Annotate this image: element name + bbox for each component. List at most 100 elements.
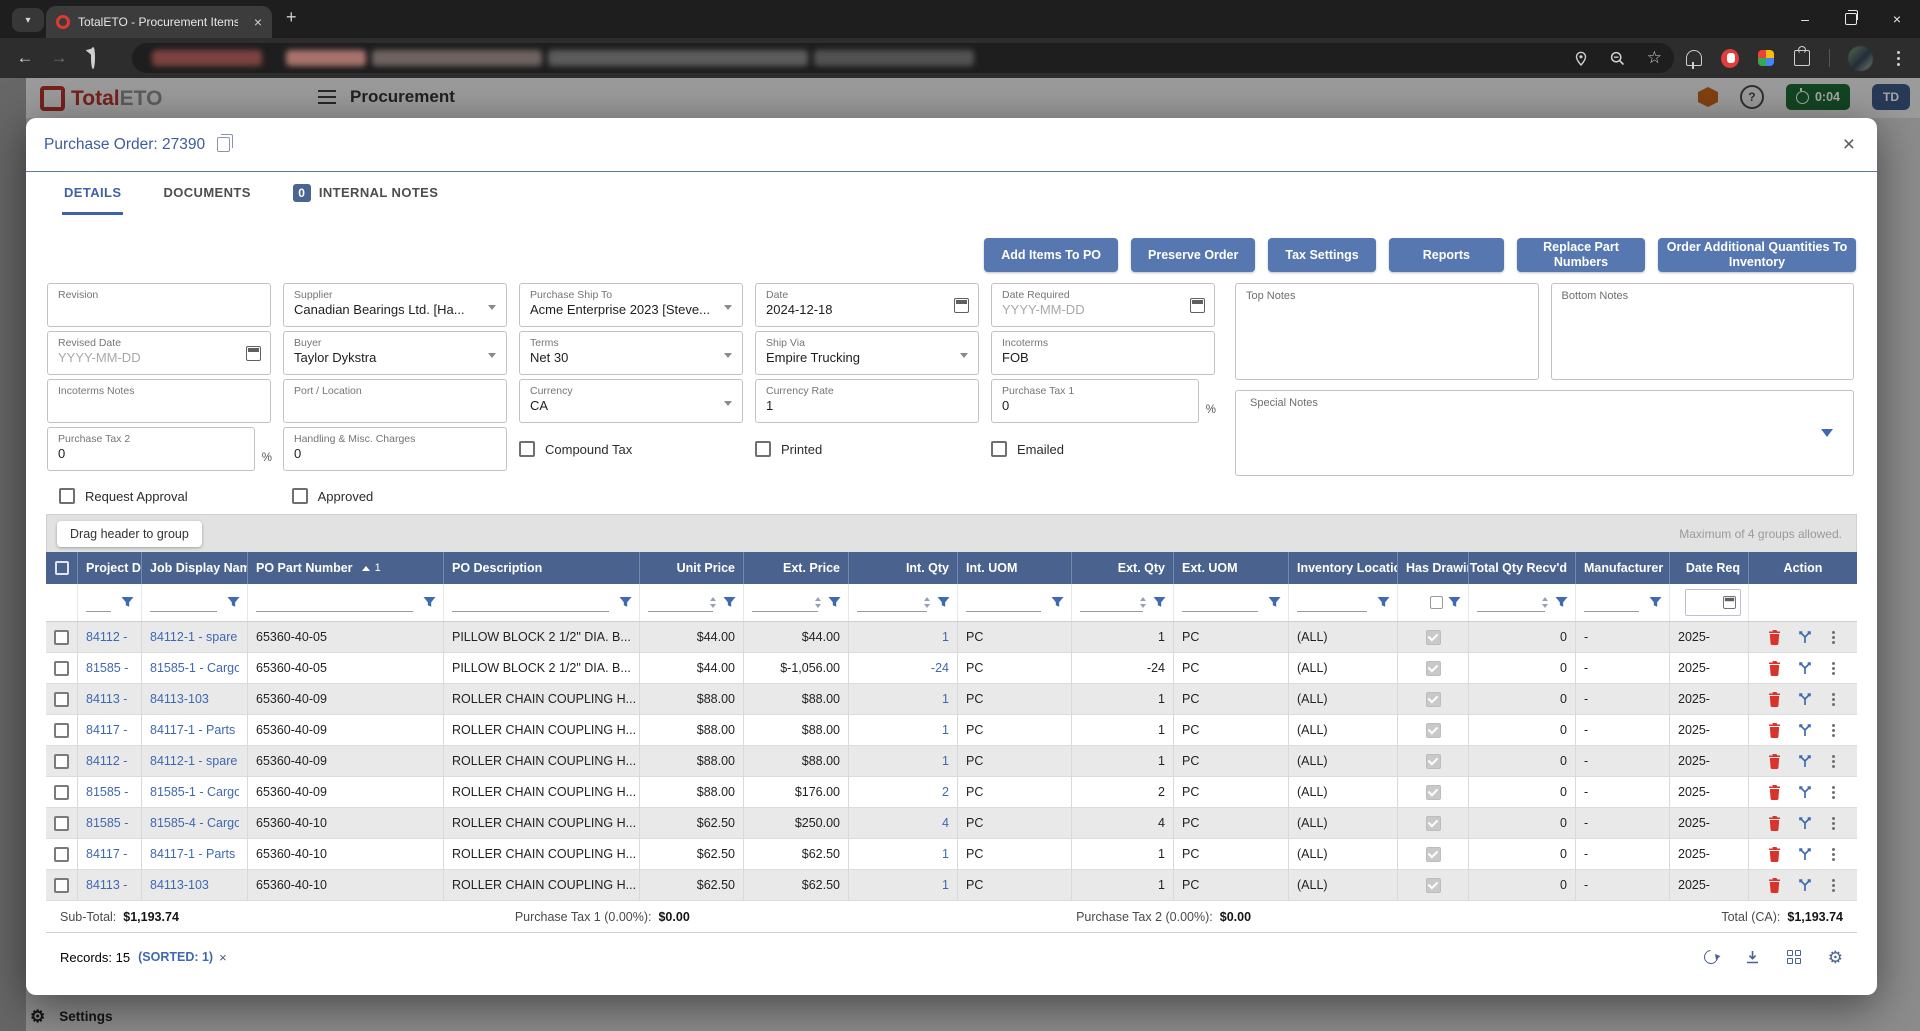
chevron-down-icon[interactable] bbox=[960, 353, 968, 358]
cell-int-qty[interactable]: 1 bbox=[849, 839, 958, 869]
cell-int-qty[interactable]: 1 bbox=[849, 622, 958, 652]
cell-int-qty[interactable]: -24 bbox=[849, 653, 958, 683]
url-bar[interactable]: ☆ bbox=[132, 43, 1674, 73]
cell-int-qty[interactable]: 1 bbox=[849, 870, 958, 900]
header-po-part-number[interactable]: PO Part Number 1 bbox=[248, 552, 444, 584]
header-inventory-location[interactable]: Inventory Locatio bbox=[1289, 552, 1398, 584]
extensions-puzzle-icon[interactable] bbox=[1793, 49, 1811, 67]
tab-details[interactable]: DETAILS bbox=[62, 173, 123, 215]
header-unit-price[interactable]: Unit Price bbox=[640, 552, 744, 584]
split-line-icon[interactable] bbox=[1798, 630, 1812, 644]
cell-project[interactable]: 84112 - bbox=[78, 746, 142, 776]
row-menu-icon[interactable] bbox=[1832, 791, 1835, 794]
split-line-icon[interactable] bbox=[1798, 785, 1812, 799]
approved-checkbox[interactable]: Approved bbox=[292, 488, 374, 504]
row-select[interactable] bbox=[46, 777, 78, 807]
cell-int-qty[interactable]: 1 bbox=[849, 746, 958, 776]
reload-button[interactable] bbox=[76, 48, 110, 68]
ship-via-select[interactable]: Ship Via Empire Trucking bbox=[755, 331, 979, 375]
row-select[interactable] bbox=[46, 808, 78, 838]
cell-job[interactable]: 84113-103 bbox=[142, 870, 248, 900]
sorted-badge[interactable]: (SORTED: 1) bbox=[138, 950, 213, 964]
cell-project[interactable]: 84117 - bbox=[78, 715, 142, 745]
row-menu-icon[interactable] bbox=[1832, 884, 1835, 887]
filter-job[interactable] bbox=[142, 584, 248, 621]
header-ext-uom[interactable]: Ext. UOM bbox=[1174, 552, 1289, 584]
handling-misc-charges-field[interactable]: Handling & Misc. Charges 0 bbox=[283, 427, 507, 471]
currency-select[interactable]: Currency CA bbox=[519, 379, 743, 423]
filter-ext-uom[interactable] bbox=[1174, 584, 1289, 621]
new-tab-button[interactable]: + bbox=[286, 7, 297, 28]
buyer-select[interactable]: Buyer Taylor Dykstra bbox=[283, 331, 507, 375]
header-manufacturer[interactable]: Manufacturer bbox=[1576, 552, 1670, 584]
filter-project[interactable] bbox=[78, 584, 142, 621]
chevron-down-icon[interactable] bbox=[488, 353, 496, 358]
location-pin-icon[interactable] bbox=[1574, 51, 1588, 66]
header-po-description[interactable]: PO Description bbox=[444, 552, 640, 584]
modal-close-icon[interactable]: × bbox=[1843, 134, 1855, 155]
delete-row-icon[interactable] bbox=[1768, 723, 1781, 738]
preserve-order-button[interactable]: Preserve Order bbox=[1131, 238, 1255, 272]
delete-row-icon[interactable] bbox=[1768, 754, 1781, 769]
cell-project[interactable]: 81585 - bbox=[78, 777, 142, 807]
delete-row-icon[interactable] bbox=[1768, 847, 1781, 862]
header-ext-price[interactable]: Ext. Price bbox=[744, 552, 849, 584]
row-menu-icon[interactable] bbox=[1832, 853, 1835, 856]
compound-tax-checkbox[interactable]: Compound Tax bbox=[519, 441, 632, 457]
row-menu-icon[interactable] bbox=[1832, 667, 1835, 670]
printed-checkbox[interactable]: Printed bbox=[755, 441, 822, 457]
cell-job[interactable]: 84113-103 bbox=[142, 684, 248, 714]
tab-internal-notes[interactable]: 0 INTERNAL NOTES bbox=[291, 173, 440, 215]
header-date-req[interactable]: Date Req bbox=[1670, 552, 1749, 584]
calendar-icon[interactable] bbox=[246, 346, 261, 361]
delete-row-icon[interactable] bbox=[1768, 816, 1781, 831]
refresh-icon[interactable] bbox=[1701, 947, 1721, 967]
row-select[interactable] bbox=[46, 715, 78, 745]
row-select[interactable] bbox=[46, 839, 78, 869]
chevron-down-icon[interactable] bbox=[1821, 429, 1833, 437]
cell-project[interactable]: 81585 - bbox=[78, 808, 142, 838]
cell-job[interactable]: 84117-1 - Parts bbox=[142, 715, 248, 745]
filter-desc[interactable] bbox=[444, 584, 640, 621]
chevron-down-icon[interactable] bbox=[724, 353, 732, 358]
split-line-icon[interactable] bbox=[1798, 692, 1812, 706]
revision-field[interactable]: Revision bbox=[47, 283, 271, 327]
row-select[interactable] bbox=[46, 746, 78, 776]
emailed-checkbox[interactable]: Emailed bbox=[991, 441, 1064, 457]
port-location-field[interactable]: Port / Location bbox=[283, 379, 507, 423]
filter-ext-qty[interactable] bbox=[1072, 584, 1174, 621]
cell-job[interactable]: 84112-1 - spare bbox=[142, 746, 248, 776]
purchase-tax1-field[interactable]: Purchase Tax 1 0 bbox=[991, 379, 1199, 423]
header-ext-qty[interactable]: Ext. Qty bbox=[1072, 552, 1174, 584]
date-field[interactable]: Date 2024-12-18 bbox=[755, 283, 979, 327]
window-close-button[interactable]: × bbox=[1874, 0, 1920, 38]
order-additional-quantities-button[interactable]: Order Additional Quantities To Inventory bbox=[1658, 238, 1856, 272]
header-project[interactable]: Project Di bbox=[78, 552, 142, 584]
header-int-uom[interactable]: Int. UOM bbox=[958, 552, 1072, 584]
purchase-ship-to-select[interactable]: Purchase Ship To Acme Enterprise 2023 [S… bbox=[519, 283, 743, 327]
purchase-tax2-field[interactable]: Purchase Tax 2 0 bbox=[47, 427, 255, 471]
clear-sort-icon[interactable]: × bbox=[219, 950, 227, 965]
forward-button[interactable]: → bbox=[42, 48, 76, 68]
tax-settings-button[interactable]: Tax Settings bbox=[1268, 238, 1375, 272]
delete-row-icon[interactable] bbox=[1768, 878, 1781, 893]
calendar-icon[interactable] bbox=[1190, 298, 1205, 313]
split-line-icon[interactable] bbox=[1798, 723, 1812, 737]
replace-part-numbers-button[interactable]: Replace Part Numbers bbox=[1517, 238, 1645, 272]
cell-int-qty[interactable]: 2 bbox=[849, 777, 958, 807]
bookmark-star-icon[interactable]: ☆ bbox=[1647, 48, 1662, 68]
cell-job[interactable]: 81585-1 - Cargo bbox=[142, 653, 248, 683]
cell-int-qty[interactable]: 1 bbox=[849, 715, 958, 745]
row-menu-icon[interactable] bbox=[1832, 760, 1835, 763]
delete-row-icon[interactable] bbox=[1768, 661, 1781, 676]
supplier-select[interactable]: Supplier Canadian Bearings Ltd. [Ha... bbox=[283, 283, 507, 327]
window-restore-button[interactable] bbox=[1828, 0, 1874, 38]
chevron-down-icon[interactable] bbox=[488, 305, 496, 310]
row-select[interactable] bbox=[46, 870, 78, 900]
split-line-icon[interactable] bbox=[1798, 847, 1812, 861]
header-has-drawing[interactable]: Has Drawin bbox=[1398, 552, 1469, 584]
copy-icon[interactable] bbox=[217, 137, 230, 152]
delete-row-icon[interactable] bbox=[1768, 785, 1781, 800]
tab-close-icon[interactable]: × bbox=[254, 15, 262, 29]
revised-date-field[interactable]: Revised Date YYYY-MM-DD bbox=[47, 331, 271, 375]
